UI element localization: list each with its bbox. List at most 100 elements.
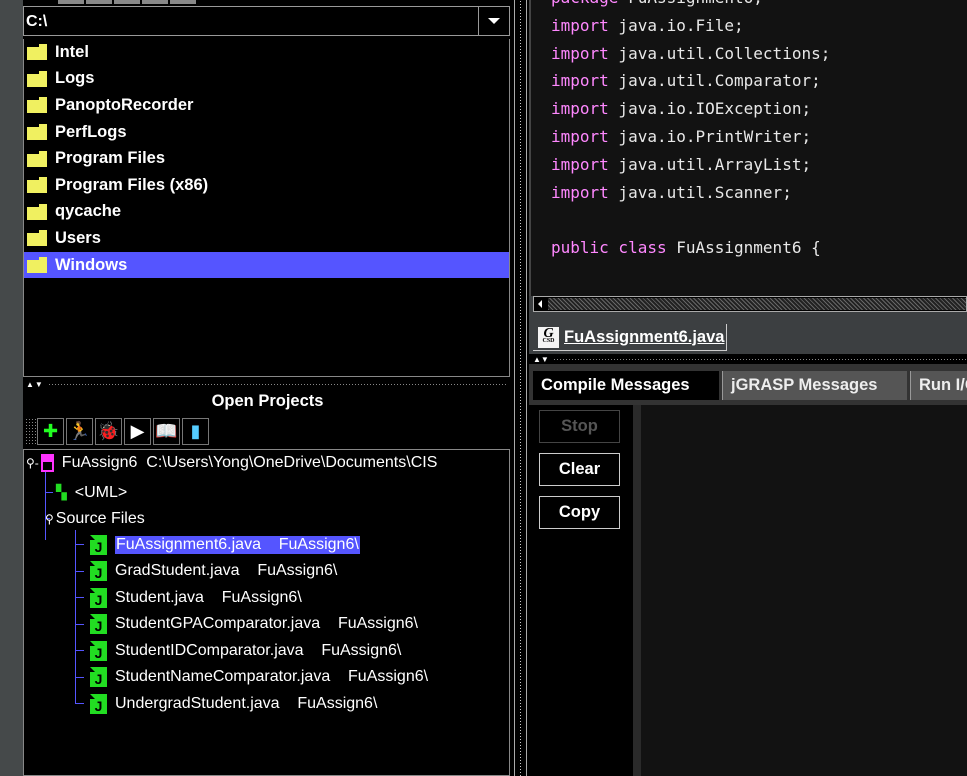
messages-pane: Stop Clear Copy (529, 405, 967, 776)
folder-icon (27, 124, 47, 141)
source-file-item[interactable]: J StudentGPAComparator.java FuAssign6\ (90, 612, 418, 637)
code-text-segment: java.util.Scanner; (608, 182, 792, 202)
code-text-segment: java.util.Comparator; (608, 71, 821, 91)
toolbar-button[interactable] (86, 0, 112, 4)
code-text-segment: FuAssignment6; (618, 0, 763, 7)
folder-item[interactable]: qycache (24, 199, 509, 226)
folder-label: Intel (55, 42, 89, 61)
code-keyword: import (551, 43, 609, 63)
toolbar-button[interactable] (58, 0, 84, 4)
folder-item[interactable]: Intel (24, 39, 509, 66)
source-file-item[interactable]: J GradStudent.java FuAssign6\ (90, 559, 337, 584)
expand-toggle-icon[interactable]: ⚲ (45, 512, 54, 526)
code-line: public class FuAssignment6 { (551, 234, 830, 262)
folder-label: Logs (55, 69, 95, 88)
projects-toolbar: ✚ 🏃 🐞 ▶ 📖 ▮ (25, 418, 211, 446)
source-file-item[interactable]: J UndergradStudent.java FuAssign6\ (90, 691, 377, 716)
stop-button[interactable]: Stop (539, 410, 620, 443)
project-icon (40, 453, 54, 472)
toolbar-button[interactable] (114, 0, 140, 4)
source-file-item[interactable]: J FuAssignment6.java FuAssign6\ (90, 532, 360, 557)
editor-horizontal-scrollbar[interactable] (533, 296, 967, 312)
java-file-icon: J (90, 614, 107, 634)
code-editor[interactable]: package FuAssignment6;import java.io.Fil… (529, 0, 967, 296)
uml-node[interactable]: ▚ <UML> (56, 480, 127, 505)
source-file-label: StudentGPAComparator.java FuAssign6\ (115, 615, 418, 633)
folder-item[interactable]: Program Files (x86) (24, 172, 509, 199)
editor-messages-divider[interactable]: ▲▼ (529, 354, 967, 364)
java-file-icon: J (90, 561, 107, 581)
jar-icon[interactable]: ▮ (182, 418, 209, 445)
folder-label: qycache (55, 202, 122, 221)
java-file-icon: J (90, 667, 107, 687)
source-file-label: Student.java FuAssign6\ (115, 589, 302, 607)
split-arrows-icon[interactable]: ▲▼ (26, 380, 44, 389)
code-text[interactable]: package FuAssignment6;import java.io.Fil… (551, 0, 830, 262)
add-file-icon[interactable]: ✚ (37, 418, 64, 445)
folder-icon (27, 150, 47, 167)
tab-jgrasp-messages[interactable]: jGRASP Messages (722, 371, 907, 400)
folder-item[interactable]: PerfLogs (24, 119, 509, 146)
scroll-left-icon[interactable] (534, 297, 546, 311)
project-node[interactable]: ⚲- FuAssign6 C:\Users\Yong\OneDrive\Docu… (26, 450, 437, 475)
source-file-label: StudentIDComparator.java FuAssign6\ (115, 642, 401, 660)
file-name: StudentNameComparator.java (115, 668, 331, 685)
copy-button[interactable]: Copy (539, 496, 620, 529)
source-file-item[interactable]: J StudentIDComparator.java FuAssign6\ (90, 638, 401, 663)
source-files-node[interactable]: ⚲ Source Files (45, 506, 145, 531)
scroll-track[interactable] (548, 298, 966, 310)
code-keyword: import (551, 99, 609, 119)
file-tab-fuassignment6[interactable]: G CSD FuAssignment6.java (533, 324, 728, 351)
folder-icon (27, 97, 47, 114)
project-tree[interactable]: ⚲- FuAssign6 C:\Users\Yong\OneDrive\Docu… (23, 449, 510, 776)
folder-item[interactable]: Program Files (24, 145, 509, 172)
folder-label: PanoptoRecorder (55, 95, 194, 114)
expand-toggle-icon[interactable]: ⚲- (26, 456, 39, 470)
folder-item[interactable]: Logs (24, 66, 509, 93)
documentation-book-icon[interactable]: 📖 (153, 418, 180, 445)
clear-button[interactable]: Clear (539, 453, 620, 486)
toolbar-button[interactable] (170, 0, 196, 4)
file-tab-label: FuAssignment6.java (564, 327, 725, 346)
code-text-segment: java.io.PrintWriter; (608, 126, 812, 146)
folder-icon (27, 257, 47, 274)
code-keyword: import (551, 182, 609, 202)
code-keyword: package (551, 0, 618, 7)
file-dir: FuAssign6\ (297, 694, 378, 712)
toolbar-button[interactable] (142, 0, 168, 4)
chevron-down-icon[interactable] (478, 7, 509, 35)
folder-item[interactable]: Users (24, 225, 509, 252)
window-left-edge (0, 0, 23, 776)
drive-combo[interactable]: C:\ (23, 6, 510, 36)
code-text-segment: java.util.ArrayList; (608, 154, 812, 174)
file-dir: FuAssign6\ (257, 562, 338, 579)
run-icon[interactable]: 🏃 (66, 418, 93, 445)
java-file-icon: J (90, 640, 107, 661)
project-path: C:\Users\Yong\OneDrive\Documents\CIS (146, 453, 438, 471)
presentation-icon[interactable]: ▶ (124, 418, 151, 445)
file-dir: FuAssign6\ (337, 615, 418, 632)
code-line: import java.io.IOException; (551, 95, 830, 123)
tab-run-io[interactable]: Run I/O (910, 371, 967, 400)
code-line: import java.io.File; (551, 12, 830, 40)
file-name: FuAssignment6.java (116, 535, 261, 553)
folder-icon (27, 44, 47, 61)
folder-list[interactable]: Intel Logs PanoptoRecorder PerfLogs Program … (23, 39, 510, 377)
source-file-item[interactable]: J Student.java FuAssign6\ (90, 585, 302, 610)
folder-icon (27, 177, 47, 194)
folder-item[interactable]: Windows (24, 251, 509, 279)
debug-bug-icon[interactable]: 🐞 (95, 418, 122, 445)
vertical-split-divider[interactable] (512, 0, 529, 776)
code-line: package FuAssignment6; (551, 0, 830, 12)
split-divider[interactable]: ▲▼ (23, 379, 512, 389)
folder-item[interactable]: PanoptoRecorder (24, 92, 509, 119)
tab-compile-messages[interactable]: Compile Messages (533, 371, 719, 400)
folder-label: Program Files (x86) (55, 175, 209, 194)
source-file-item[interactable]: J StudentNameComparator.java FuAssign6\ (90, 665, 428, 690)
compile-messages-area[interactable] (633, 405, 967, 776)
toolbar-grip[interactable] (25, 418, 37, 446)
split-arrows-icon[interactable]: ▲▼ (533, 355, 549, 364)
folder-icon (27, 203, 47, 220)
folder-label: PerfLogs (55, 122, 127, 141)
